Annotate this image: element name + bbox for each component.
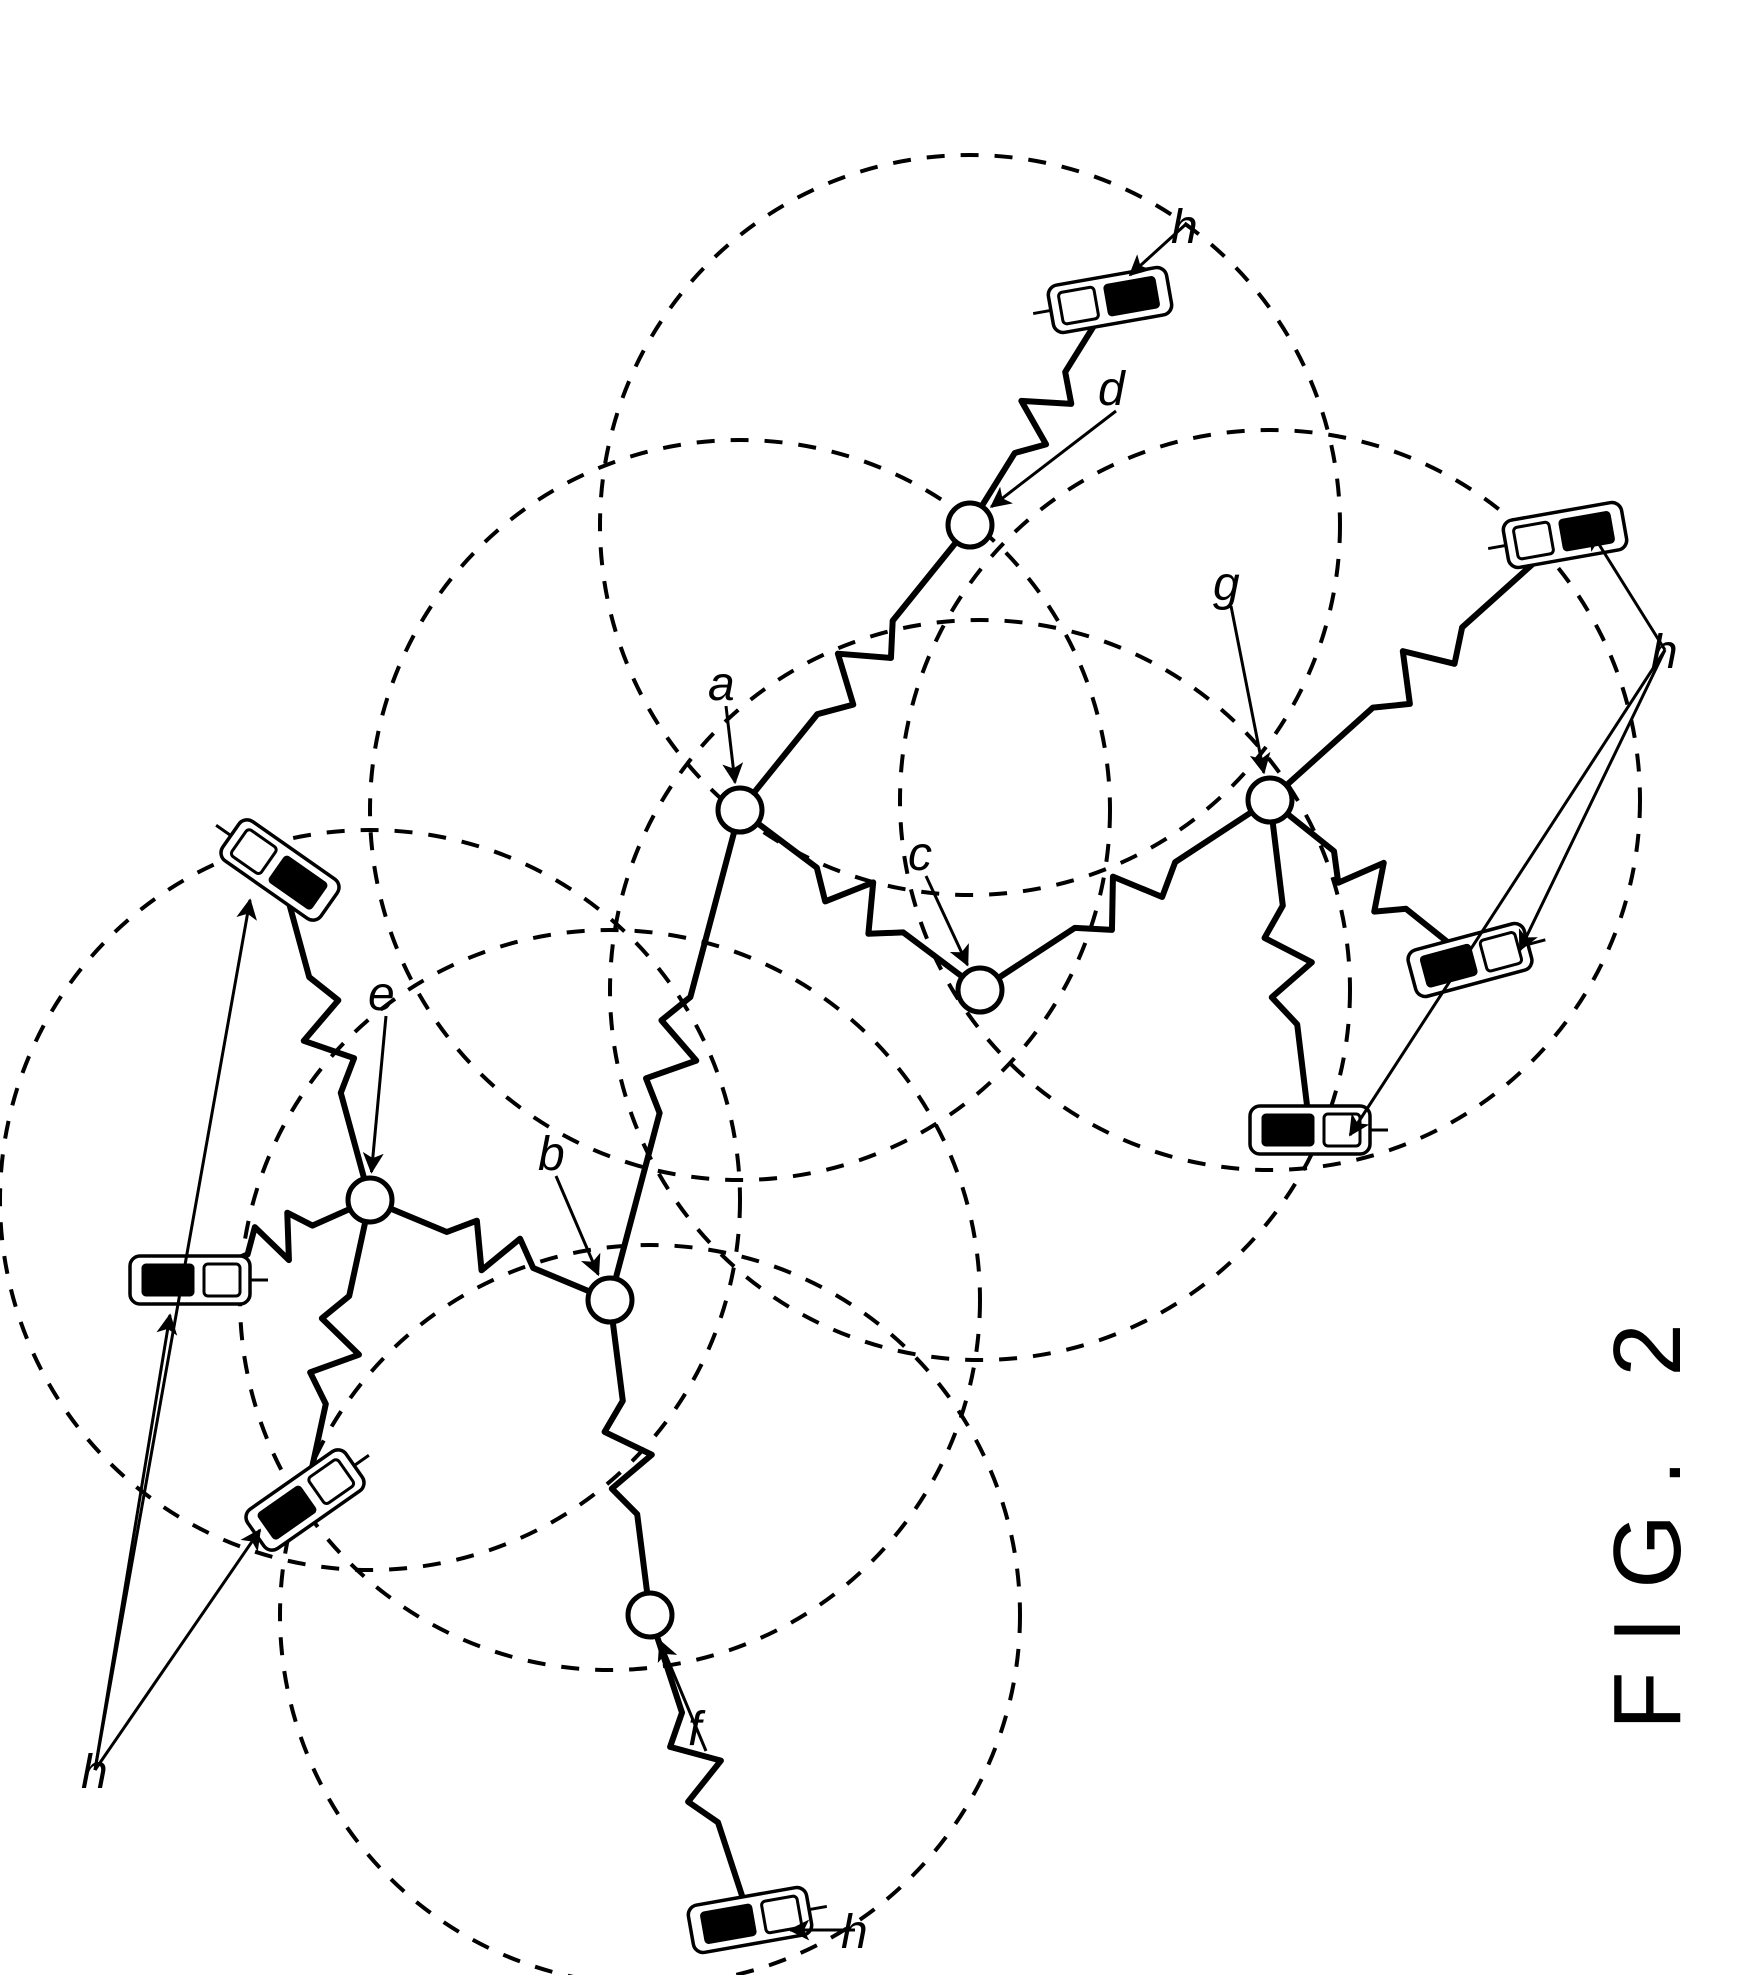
- link-c-g: [980, 800, 1270, 990]
- h-leader-0-1: [95, 1315, 170, 1770]
- figure-label: FIG. 2: [1594, 1295, 1701, 1730]
- node-f: [628, 1593, 672, 1637]
- leader-g: [1231, 606, 1264, 773]
- node-b: [588, 1278, 632, 1322]
- nodes-layer: [348, 503, 1292, 1637]
- node-c: [958, 968, 1002, 1012]
- handset-g-0: [1250, 1106, 1388, 1154]
- node-label-a: a: [708, 658, 735, 711]
- h-callouts: h h h h: [81, 201, 1678, 1959]
- access-link-g-0: [1265, 800, 1312, 1130]
- node-d: [948, 503, 992, 547]
- node-g: [1248, 778, 1292, 822]
- access-link-e-0: [280, 870, 370, 1200]
- node-label-c: c: [908, 828, 932, 881]
- h-leader-0-2: [95, 1530, 260, 1770]
- access-link-g-2: [1270, 535, 1565, 800]
- link-a-b: [610, 810, 740, 1300]
- leader-e: [371, 1016, 386, 1172]
- h-leader-0-0: [95, 900, 250, 1770]
- link-a-d: [740, 525, 970, 810]
- h-leader-3-2: [1350, 650, 1665, 1135]
- h-label-0: h: [81, 1746, 108, 1799]
- handsets-layer: [130, 266, 1628, 1954]
- leader-b: [556, 1176, 598, 1275]
- handset-e-0: [202, 806, 343, 924]
- node-label-e: e: [368, 968, 395, 1021]
- handset-f-0: [687, 1883, 831, 1954]
- node-label-d: d: [1098, 363, 1126, 416]
- access-link-g-1: [1270, 800, 1470, 960]
- diagram-canvas: abcdefg hhhh FIG. 2: [0, 0, 1752, 1975]
- h-label-3: h: [1651, 626, 1678, 679]
- h-label-2: h: [841, 1906, 868, 1959]
- access-link-d-0: [970, 300, 1110, 525]
- node-label-b: b: [538, 1128, 565, 1181]
- node-a: [718, 788, 762, 832]
- handset-d-0: [1029, 266, 1173, 337]
- node-label-g: g: [1213, 558, 1240, 611]
- link-b-f: [605, 1300, 652, 1615]
- handset-e-1: [130, 1256, 268, 1304]
- h-leader-3-1: [1520, 650, 1665, 950]
- handset-g-2: [1484, 501, 1628, 572]
- link-a-c: [740, 810, 980, 990]
- h-label-1: h: [1171, 201, 1198, 254]
- node-e: [348, 1178, 392, 1222]
